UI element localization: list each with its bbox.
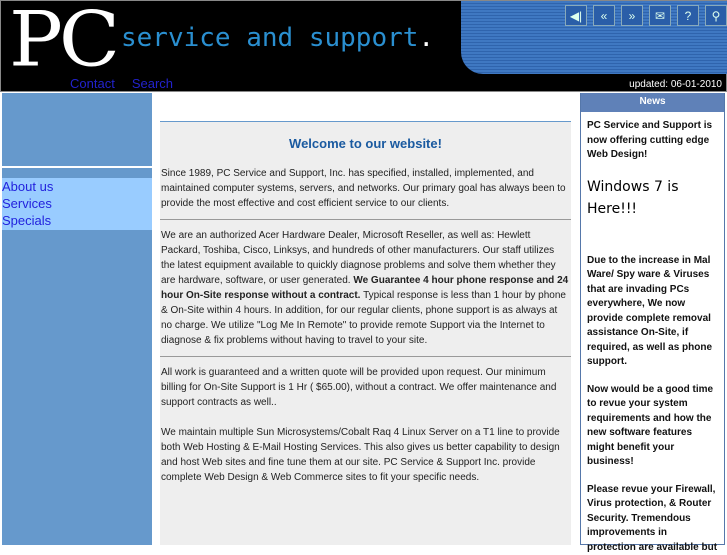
news-item: Please revue your Firewall, Virus protec… (581, 483, 724, 555)
header-banner: PC service and support. ◀| « » ✉ ? ⚲ Con… (0, 0, 727, 92)
news-heading: News (581, 93, 724, 112)
forward-icon[interactable]: » (621, 5, 643, 26)
dealer-paragraph: We are an authorized Acer Hardware Deale… (160, 228, 571, 348)
icon-toolbar: ◀| « » ✉ ? ⚲ (565, 5, 727, 26)
header-links: Contact Search (70, 76, 190, 91)
news-item-headline: Windows 7 is Here!!! (581, 176, 724, 220)
news-item: Now would be a good time to revue your s… (581, 383, 724, 470)
logo-dot: . (418, 23, 434, 53)
left-sidebar: About us Services Specials (2, 93, 152, 545)
sidebar-item-services[interactable]: Services (2, 195, 152, 212)
news-item: Due to the increase in Mal Ware/ Spy war… (581, 254, 724, 370)
sidebar-item-specials[interactable]: Specials (2, 212, 152, 229)
content-top-bar (160, 93, 571, 122)
rewind-icon[interactable]: « (593, 5, 615, 26)
divider (160, 356, 571, 357)
divider (160, 219, 571, 220)
updated-date: updated: 06-01-2010 (629, 79, 722, 90)
main-content: Welcome to our website! Since 1989, PC S… (160, 93, 571, 545)
sound-icon[interactable]: ◀| (565, 5, 587, 26)
hosting-paragraph: We maintain multiple Sun Microsystems/Co… (160, 425, 571, 485)
news-item: PC Service and Support is now offering c… (581, 119, 724, 163)
sidebar-nav: About us Services Specials (2, 178, 152, 230)
logo-tagline: service and support (121, 23, 418, 53)
search-link[interactable]: Search (132, 76, 173, 91)
logo-pc: PC (9, 0, 116, 84)
sidebar-divider (2, 166, 152, 168)
intro-paragraph: Since 1989, PC Service and Support, Inc.… (160, 166, 571, 211)
billing-paragraph: All work is guaranteed and a written quo… (160, 365, 571, 410)
search-icon[interactable]: ⚲ (705, 5, 727, 26)
news-panel: News PC Service and Support is now offer… (580, 93, 725, 545)
page-title: Welcome to our website! (160, 136, 571, 151)
contact-link[interactable]: Contact (70, 76, 115, 91)
mail-icon[interactable]: ✉ (649, 5, 671, 26)
sidebar-item-about-us[interactable]: About us (2, 178, 152, 195)
logo-text: service and support. (121, 23, 434, 53)
help-icon[interactable]: ? (677, 5, 699, 26)
